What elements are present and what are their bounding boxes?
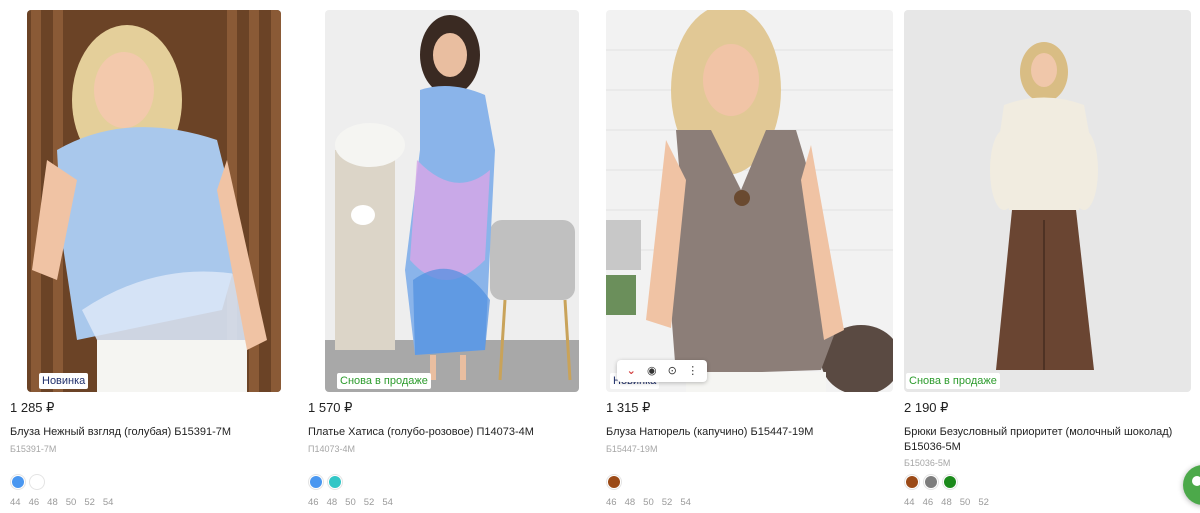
- size-option[interactable]: 46: [29, 497, 40, 508]
- color-swatch-blue[interactable]: [310, 476, 322, 488]
- product-price: 2 190 ₽: [904, 400, 949, 415]
- size-option[interactable]: 54: [382, 497, 393, 508]
- color-swatch-turquoise[interactable]: [329, 476, 341, 488]
- size-option[interactable]: 52: [84, 497, 95, 508]
- size-option[interactable]: 46: [923, 497, 934, 508]
- size-option[interactable]: 52: [364, 497, 375, 508]
- product-photo[interactable]: [325, 10, 579, 392]
- floral-dress-photo: [325, 10, 579, 392]
- product-name[interactable]: Брюки Безусловный приоритет (молочный шо…: [904, 425, 1184, 455]
- size-option[interactable]: 46: [606, 497, 617, 508]
- size-option[interactable]: 50: [960, 497, 971, 508]
- product-badge: Новинка: [39, 373, 89, 389]
- image-toolbar: ⌄ ◉ ⊙ ⋮: [617, 360, 707, 382]
- color-swatches: [310, 476, 341, 488]
- product-photo[interactable]: [606, 10, 893, 392]
- size-option[interactable]: 44: [904, 497, 915, 508]
- product-photo[interactable]: [904, 10, 1191, 392]
- color-swatch-gray[interactable]: [925, 476, 937, 488]
- product-price: 1 285 ₽: [10, 400, 55, 415]
- size-option[interactable]: 52: [978, 497, 989, 508]
- size-option[interactable]: 48: [327, 497, 338, 508]
- size-list: 44 46 48 50 52 54: [10, 497, 113, 508]
- product-sku: П14073-4М: [308, 444, 355, 454]
- size-list: 46 48 50 52 54: [606, 497, 691, 508]
- size-option[interactable]: 44: [10, 497, 21, 508]
- size-option[interactable]: 54: [103, 497, 114, 508]
- product-badge: Снова в продаже: [337, 373, 431, 389]
- eye-icon[interactable]: ◉: [644, 360, 660, 382]
- color-swatches: [906, 476, 956, 488]
- size-option[interactable]: 46: [308, 497, 319, 508]
- color-swatch-green[interactable]: [944, 476, 956, 488]
- color-swatches: [12, 476, 43, 488]
- size-option[interactable]: 48: [47, 497, 58, 508]
- size-option[interactable]: 50: [345, 497, 356, 508]
- product-badge: Снова в продаже: [906, 373, 1000, 389]
- size-option[interactable]: 50: [66, 497, 77, 508]
- camera-icon[interactable]: ⊙: [664, 360, 680, 382]
- color-swatch-white[interactable]: [31, 476, 43, 488]
- close-x-icon[interactable]: ⌄: [623, 360, 639, 382]
- color-swatches: [608, 476, 620, 488]
- product-sku: Б15447-19М: [606, 444, 658, 454]
- product-sku: Б15036-5М: [904, 458, 951, 468]
- size-option[interactable]: 48: [941, 497, 952, 508]
- product-photo[interactable]: [27, 10, 281, 392]
- size-list: 44 46 48 50 52: [904, 497, 989, 508]
- color-swatch-blue[interactable]: [12, 476, 24, 488]
- product-price: 1 570 ₽: [308, 400, 353, 415]
- product-name[interactable]: Платье Хатиса (голубо-розовое) П14073-4М: [308, 425, 588, 440]
- chat-fab-button[interactable]: [1183, 465, 1200, 505]
- size-option[interactable]: 48: [625, 497, 636, 508]
- product-price: 1 315 ₽: [606, 400, 651, 415]
- product-name[interactable]: Блуза Натюрель (капучино) Б15447-19М: [606, 425, 886, 440]
- size-option[interactable]: 52: [662, 497, 673, 508]
- linen-top-photo: [606, 10, 893, 392]
- color-swatch-brown[interactable]: [608, 476, 620, 488]
- more-vertical-icon[interactable]: ⋮: [685, 360, 701, 382]
- size-option[interactable]: 50: [643, 497, 654, 508]
- product-name[interactable]: Блуза Нежный взгляд (голубая) Б15391-7М: [10, 425, 290, 440]
- color-swatch-brown[interactable]: [906, 476, 918, 488]
- size-option[interactable]: 54: [680, 497, 691, 508]
- brown-trousers-photo: [904, 10, 1191, 392]
- product-sku: Б15391-7М: [10, 444, 57, 454]
- blue-blouse-photo: [27, 10, 281, 392]
- size-list: 46 48 50 52 54: [308, 497, 393, 508]
